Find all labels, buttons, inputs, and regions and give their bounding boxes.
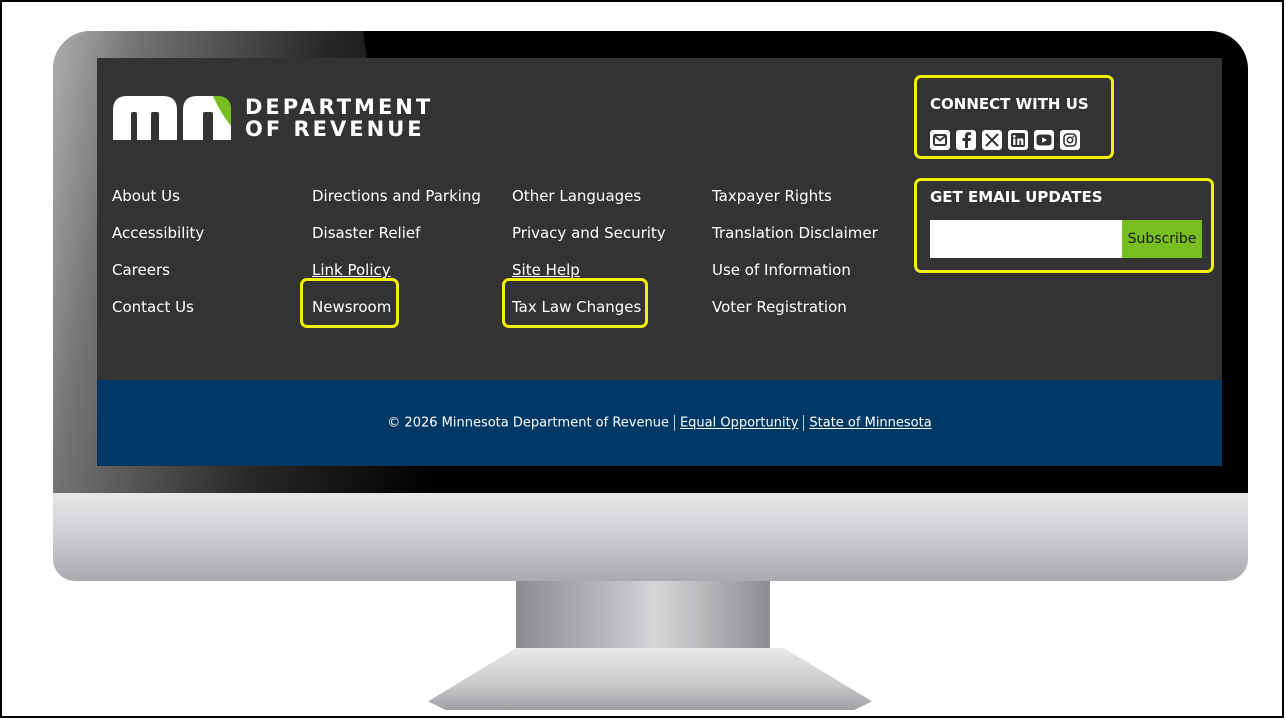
link-other-languages[interactable]: Other Languages [512, 186, 702, 223]
monitor-chin [53, 493, 1248, 581]
footer-bar: © 2026 Minnesota Department of Revenue Eq… [97, 380, 1222, 466]
highlight-tax-law-changes [502, 278, 648, 328]
footer-links: © 2026 Minnesota Department of Revenue Eq… [97, 415, 1222, 431]
link-contact-us[interactable]: Contact Us [112, 297, 302, 334]
link-directions-parking[interactable]: Directions and Parking [312, 186, 502, 223]
footer-separator [673, 415, 675, 431]
logo-line-1: DEPARTMENT [245, 95, 434, 119]
highlight-connect-with-us [914, 75, 1114, 159]
link-disaster-relief[interactable]: Disaster Relief [312, 223, 502, 260]
highlight-newsroom [300, 278, 399, 328]
nav-column-1: About Us Accessibility Careers Contact U… [112, 186, 302, 334]
link-privacy-security[interactable]: Privacy and Security [512, 223, 702, 260]
link-use-of-information[interactable]: Use of Information [712, 260, 902, 297]
link-about-us[interactable]: About Us [112, 186, 302, 223]
link-translation-disclaimer[interactable]: Translation Disclaimer [712, 223, 902, 260]
footer-separator [803, 415, 805, 431]
mn-logo-icon [113, 96, 231, 140]
logo-line-2: OF REVENUE [245, 117, 425, 141]
mn-revenue-logo[interactable]: DEPARTMENT OF REVENUE [113, 96, 433, 140]
logo-wordmark: DEPARTMENT OF REVENUE [245, 96, 433, 140]
nav-column-4: Taxpayer Rights Translation Disclaimer U… [712, 186, 902, 334]
equal-opportunity-link[interactable]: Equal Opportunity [680, 416, 798, 431]
link-voter-registration[interactable]: Voter Registration [712, 297, 902, 334]
website-footer: DEPARTMENT OF REVENUE About Us Accessibi… [97, 58, 1222, 466]
link-taxpayer-rights[interactable]: Taxpayer Rights [712, 186, 902, 223]
link-accessibility[interactable]: Accessibility [112, 223, 302, 260]
link-careers[interactable]: Careers [112, 260, 302, 297]
copyright-text: © 2026 Minnesota Department of Revenue [387, 415, 669, 431]
state-of-minnesota-link[interactable]: State of Minnesota [809, 416, 931, 431]
highlight-email-updates [914, 178, 1214, 273]
monitor-stand [516, 581, 770, 651]
